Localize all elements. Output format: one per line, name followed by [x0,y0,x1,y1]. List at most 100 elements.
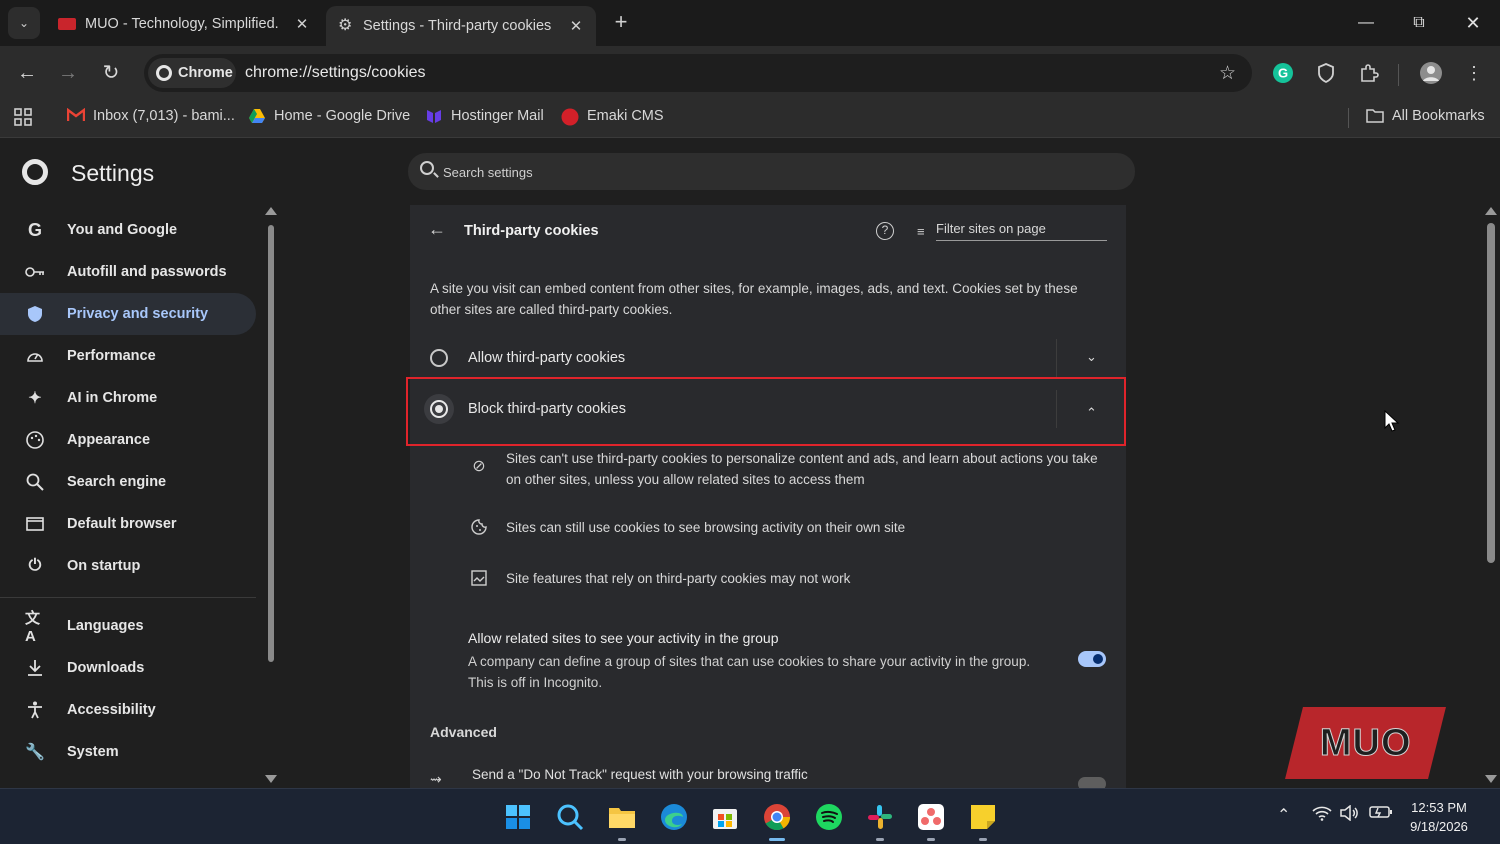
sidebar-item-on-startup[interactable]: ⏻ On startup [0,545,256,587]
battery-icon[interactable] [1369,805,1393,824]
hostinger-icon [425,108,443,124]
chrome-icon [156,65,172,81]
back-arrow-icon[interactable]: ← [428,219,446,240]
store-icon[interactable] [709,801,741,833]
slack-icon[interactable] [864,801,896,841]
page-scroll-down[interactable] [1485,775,1497,783]
windows-start-icon[interactable] [502,801,534,833]
annotation-highlight-box [406,377,1126,446]
all-bookmarks-label: All Bookmarks [1392,108,1485,124]
page-scroll-up[interactable] [1485,207,1497,215]
system-clock[interactable]: 12:53 PM 9/18/2026 [1404,798,1474,836]
palette-icon [25,430,45,450]
sidebar-item-default-browser[interactable]: Default browser [0,503,256,545]
mouse-cursor-icon [1384,410,1400,432]
bookmark-google-drive[interactable]: Home - Google Drive [248,108,410,124]
extensions-puzzle-icon[interactable] [1357,61,1381,85]
radio-allow[interactable] [430,349,448,367]
filter-sites-input[interactable]: Filter sites on page [936,221,1107,241]
spotify-icon[interactable] [813,801,845,833]
tab-title: Settings - Third-party cookies [363,18,552,34]
close-window-button[interactable]: ✕ [1453,8,1493,38]
restore-button[interactable]: ⧉ [1399,8,1439,38]
forward-button[interactable]: → [53,58,83,88]
chrome-icon[interactable] [761,801,793,841]
sidebar-scroll-up[interactable] [265,207,277,215]
sidebar-item-ai[interactable]: ✦ AI in Chrome [0,377,256,419]
new-tab-button[interactable]: + [608,10,634,36]
minimize-button[interactable]: — [1346,8,1386,38]
edge-icon[interactable] [658,801,690,833]
clock-time: 12:53 PM [1411,800,1467,815]
sidebar-item-languages[interactable]: 文A Languages [0,605,256,647]
browser-toolbar: ← → ↻ Chrome chrome://settings/cookies ☆… [0,46,1500,98]
url-text[interactable]: chrome://settings/cookies [245,64,426,82]
speedometer-icon [25,346,45,366]
help-icon[interactable]: ? [876,222,894,240]
bookmark-emaki[interactable]: Emaki CMS [561,108,664,126]
sidebar-item-downloads[interactable]: Downloads [0,647,256,689]
sticky-notes-icon[interactable] [967,801,999,841]
all-bookmarks-button[interactable]: All Bookmarks [1366,108,1485,124]
site-info-chip[interactable]: Chrome [148,58,236,88]
sidebar-item-privacy[interactable]: Privacy and security [0,293,256,335]
bookmark-gmail[interactable]: Inbox (7,013) - bami... [66,107,235,124]
page-scrollbar[interactable] [1487,223,1495,563]
address-bar[interactable]: Chrome chrome://settings/cookies ☆ [144,54,1252,92]
file-explorer-icon[interactable] [606,801,638,841]
sidebar-item-label: System [67,744,119,760]
sidebar-item-you-and-google[interactable]: G You and Google [0,209,256,251]
google-g-icon: G [27,219,42,240]
related-sites-toggle[interactable] [1078,651,1106,667]
back-button[interactable]: ← [12,58,42,88]
shield-extension-icon[interactable] [1314,61,1338,85]
tab-search-button[interactable]: ⌄ [8,7,40,39]
svg-text:G: G [1278,66,1288,81]
sidebar-item-search-engine[interactable]: Search engine [0,461,256,503]
running-indicator [769,838,785,841]
bookmark-star-icon[interactable]: ☆ [1219,62,1236,85]
sidebar-item-accessibility[interactable]: Accessibility [0,689,256,731]
sidebar-scrollbar[interactable] [268,225,274,662]
sidebar-item-appearance[interactable]: Appearance [0,419,256,461]
avatar[interactable] [1419,61,1443,85]
toolbar-divider [1398,64,1399,86]
sidebar-item-label: Appearance [67,432,151,448]
volume-icon[interactable] [1340,804,1360,826]
menu-kebab-icon[interactable]: ⋮ [1462,61,1486,85]
bookmark-label: Inbox (7,013) - bami... [93,108,235,124]
bookmark-hostinger[interactable]: Hostinger Mail [425,108,544,124]
close-icon[interactable]: ✕ [290,15,314,33]
chrome-settings-logo-icon [22,159,48,185]
watermark-text: MUO [1319,721,1412,764]
close-icon[interactable]: ✕ [564,17,588,35]
sidebar-item-performance[interactable]: Performance [0,335,256,377]
grammarly-icon[interactable]: G [1271,61,1295,85]
option-divider [1056,339,1057,377]
bookmarks-bar: Inbox (7,013) - bami... Home - Google Dr… [0,98,1500,138]
sidebar-scroll-down[interactable] [265,775,277,783]
bookmarks-divider [1348,108,1349,128]
apps-grid-icon[interactable] [14,108,32,126]
sidebar-item-label: Autofill and passwords [67,264,227,280]
page-title: Settings [71,160,155,186]
sidebar-divider [0,597,256,598]
sidebar-item-autofill[interactable]: Autofill and passwords [0,251,256,293]
bookmark-label: Hostinger Mail [451,108,544,124]
bookmark-label: Emaki CMS [587,108,664,124]
sidebar-item-system[interactable]: 🔧 System [0,731,256,773]
chevron-down-icon[interactable]: ⌄ [1086,349,1097,365]
block-detail-text: Sites can't use third-party cookies to p… [506,451,1098,487]
reload-button[interactable]: ↻ [96,58,126,88]
chevron-up-icon[interactable]: ⌃ [1277,805,1290,825]
search-icon[interactable] [554,801,586,833]
search-input[interactable]: Search settings [408,153,1135,190]
wifi-icon[interactable] [1312,805,1332,826]
tab-settings[interactable]: ⚙ Settings - Third-party cookies ✕ [326,6,596,46]
muo-favicon-icon [58,18,76,30]
running-indicator [927,838,935,841]
running-indicator [979,838,987,841]
card-description: A site you visit can embed content from … [430,281,1078,317]
tab-muo[interactable]: MUO - Technology, Simplified. ✕ [46,6,322,42]
asana-icon[interactable] [915,801,947,841]
